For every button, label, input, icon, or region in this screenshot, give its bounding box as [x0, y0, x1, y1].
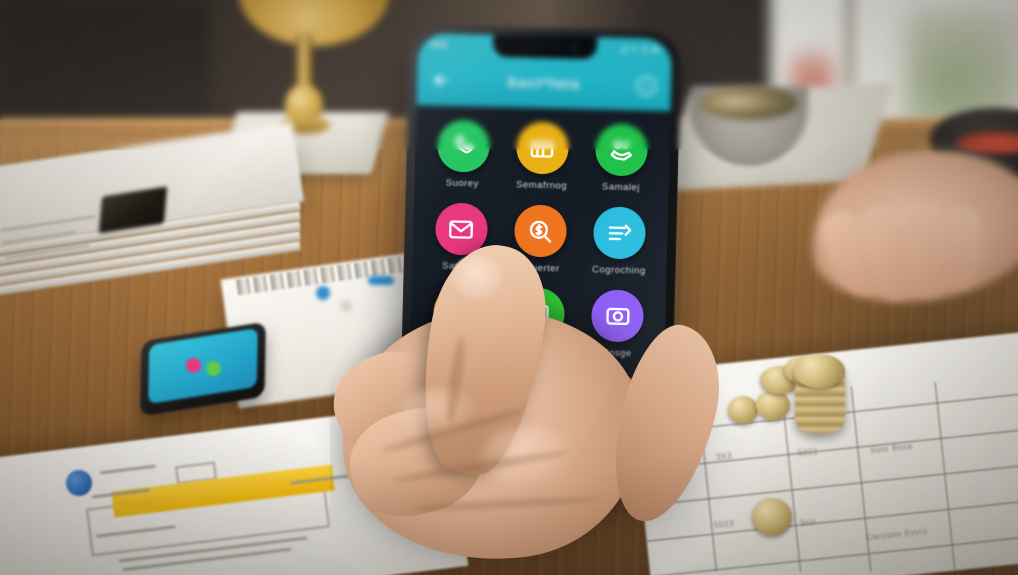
app-label: Semafrnog — [515, 179, 568, 192]
app-tile-samalej[interactable]: Samalej — [583, 123, 660, 194]
second-phone-app-icon — [206, 361, 221, 376]
second-phone-app-icon — [186, 358, 201, 373]
app-label: Suorey — [445, 177, 479, 190]
bowl-contents — [700, 86, 798, 120]
earpiece-speaker-icon — [520, 44, 562, 50]
app-bar-row: Sacl*fata — [417, 59, 672, 107]
status-time: tl0S — [429, 39, 448, 50]
coin — [793, 354, 845, 388]
profile-avatar-icon[interactable] — [635, 74, 658, 97]
app-label: Samalej — [601, 181, 640, 194]
status-icons — [619, 45, 660, 54]
photo-scene: 3X3 5022 Sonr Boca Snn 5023 Cacsonn Evvr… — [0, 0, 1018, 575]
wallet-icon — [515, 121, 570, 175]
coin-on-paper — [752, 498, 792, 536]
battery-icon — [652, 48, 660, 52]
wifi-icon — [630, 47, 638, 52]
back-arrow-icon[interactable] — [431, 70, 451, 90]
page-title: Sacl*fata — [506, 74, 581, 92]
coin — [756, 390, 790, 420]
phone-icon — [436, 119, 490, 173]
holding-hand — [319, 236, 750, 575]
app-tile-suorey[interactable]: Suorey — [425, 119, 502, 190]
notebook-mark — [316, 286, 330, 300]
phone-notch — [492, 34, 598, 60]
ledger-cell-text: Snn — [799, 517, 817, 528]
app-tile-semafrnog[interactable]: Semafrnog — [504, 121, 581, 192]
bluetooth-icon — [642, 45, 648, 53]
signal-icon — [619, 45, 627, 53]
front-camera-icon — [569, 44, 578, 52]
money-hand-icon — [595, 123, 649, 177]
